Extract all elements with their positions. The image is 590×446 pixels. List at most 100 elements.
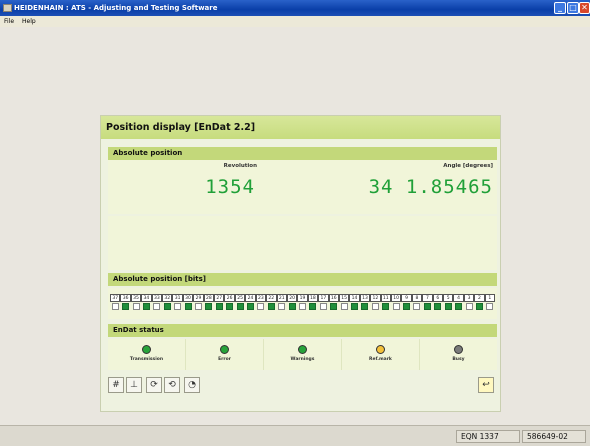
bit-indicator	[392, 303, 400, 310]
rotate-alt-icon[interactable]: ⟲	[164, 377, 180, 393]
angle-label: Angle [degrees]	[443, 163, 493, 169]
grid-icon[interactable]: #	[108, 377, 124, 393]
device-id: 586649-02	[522, 430, 586, 443]
bit-row: 37 36 35 34 33 32 31 30 29 28 27 26 25 24 23 22 21 20 19 18…	[110, 294, 496, 314]
bit-indicator	[236, 303, 244, 310]
bit-indicator	[465, 303, 473, 310]
bit-number: 27	[214, 294, 225, 302]
bit-21: 21	[276, 294, 287, 314]
bit-number: 34	[141, 294, 152, 302]
menu-help[interactable]: Help	[22, 18, 36, 25]
bit-number: 29	[193, 294, 204, 302]
bit-7: 7	[422, 294, 433, 314]
bit-32: 32	[162, 294, 173, 314]
bit-5: 5	[443, 294, 454, 314]
window-title: HEIDENHAIN : ATS - Adjusting and Testing…	[14, 4, 218, 12]
status-label: Warnings	[290, 357, 315, 362]
bit-number: 4	[453, 294, 464, 302]
bit-27: 27	[214, 294, 225, 314]
bit-20: 20	[286, 294, 298, 314]
bit-number: 14	[349, 294, 360, 302]
bit-10: 10	[390, 294, 402, 314]
bit-24: 24	[245, 294, 256, 314]
bit-number: 19	[297, 294, 308, 302]
panel-toolbar: # ⊥ ⟳ ⟲ ◔ ↩	[106, 375, 499, 397]
bit-13: 13	[359, 294, 371, 314]
bit-number: 35	[130, 294, 142, 302]
bit-2: 2	[474, 294, 485, 314]
bit-number: 32	[162, 294, 173, 302]
bit-indicator	[330, 303, 338, 310]
bit-number: 25	[234, 294, 246, 302]
status-ref-mark: Ref.mark	[342, 339, 420, 370]
gauge-icon[interactable]: ◔	[184, 377, 200, 393]
endat-status-box: Transmission Error Warnings Ref.mark Busy	[108, 339, 497, 370]
menu-bar: File Help	[0, 16, 590, 27]
bit-number: 15	[338, 294, 350, 302]
bit-indicator	[423, 303, 431, 310]
bit-number: 30	[182, 294, 194, 302]
bit-number: 31	[172, 294, 183, 302]
bit-number: 23	[255, 294, 267, 302]
bit-number: 33	[151, 294, 163, 302]
rotate-icon[interactable]: ⟳	[146, 377, 162, 393]
bit-number: 16	[328, 294, 339, 302]
revolution-label: Revolution	[223, 163, 257, 169]
bit-indicator	[215, 303, 223, 310]
bit-indicator	[319, 303, 327, 310]
maximize-button[interactable]: □	[567, 2, 579, 14]
bit-indicator	[122, 303, 130, 310]
bit-9: 9	[401, 294, 412, 314]
bit-8: 8	[411, 294, 423, 314]
bit-indicator	[434, 303, 442, 310]
bit-indicator	[163, 303, 171, 310]
status-label: Busy	[452, 357, 465, 362]
bits-heading: Absolute position [bits]	[108, 273, 497, 286]
bit-indicator	[475, 303, 483, 310]
minimize-button[interactable]: _	[554, 2, 566, 14]
bit-number: 7	[422, 294, 433, 302]
absolute-position-heading: Absolute position	[108, 147, 497, 160]
bit-31: 31	[172, 294, 183, 314]
bit-indicator	[278, 303, 286, 310]
bit-number: 13	[359, 294, 371, 302]
exit-icon[interactable]: ↩	[478, 377, 494, 393]
bit-number: 9	[401, 294, 412, 302]
close-button[interactable]: ✕	[579, 2, 590, 14]
bit-indicator	[288, 303, 296, 310]
bit-4: 4	[453, 294, 464, 314]
axes-icon[interactable]: ⊥	[126, 377, 142, 393]
bit-34: 34	[141, 294, 152, 314]
status-led-icon	[298, 345, 307, 354]
bit-16: 16	[328, 294, 339, 314]
bit-indicator	[132, 303, 140, 310]
bit-28: 28	[203, 294, 215, 314]
bit-indicator	[184, 303, 192, 310]
bit-number: 17	[318, 294, 329, 302]
bit-26: 26	[224, 294, 235, 314]
bit-number: 20	[286, 294, 298, 302]
bit-indicator	[299, 303, 307, 310]
bit-35: 35	[130, 294, 142, 314]
status-label: Transmission	[129, 357, 164, 362]
bit-indicator	[361, 303, 369, 310]
bit-6: 6	[432, 294, 443, 314]
status-bar: EQN 1337 586649-02	[0, 425, 590, 446]
bit-indicator	[246, 303, 254, 310]
bit-number: 36	[120, 294, 131, 302]
bit-indicator	[382, 303, 390, 310]
bit-indicator	[267, 303, 275, 310]
bit-number: 10	[390, 294, 402, 302]
workspace: Position display [EnDat 2.2] Absolute po…	[0, 27, 590, 425]
menu-file[interactable]: File	[4, 18, 14, 25]
bit-indicator	[194, 303, 202, 310]
bit-number: 26	[224, 294, 235, 302]
status-led-icon	[454, 345, 463, 354]
bit-number: 18	[307, 294, 319, 302]
revolution-value: 1354	[205, 176, 255, 198]
bit-indicator	[455, 303, 463, 310]
bit-number: 11	[380, 294, 391, 302]
bit-indicator	[403, 303, 411, 310]
bit-indicator	[413, 303, 421, 310]
status-led-icon	[376, 345, 385, 354]
